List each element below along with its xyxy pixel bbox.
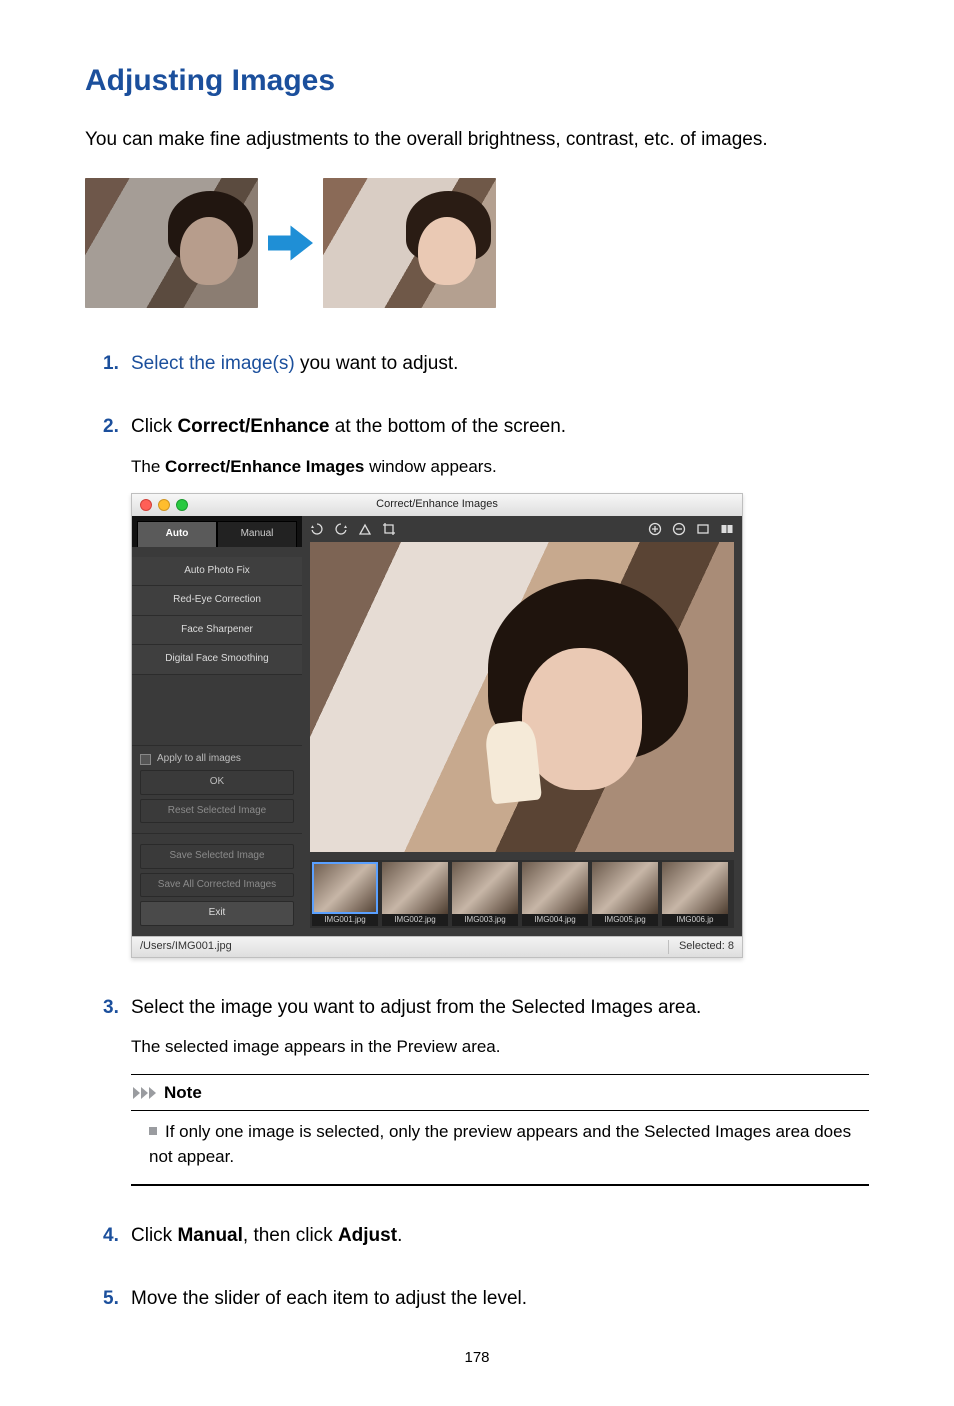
sidebar-item-digital-face-smoothing[interactable]: Digital Face Smoothing <box>132 645 302 675</box>
page-title: Adjusting Images <box>85 64 869 98</box>
after-image <box>323 178 496 308</box>
exit-button[interactable]: Exit <box>140 901 294 926</box>
thumb-label: IMG003.jpg <box>452 914 518 926</box>
toolbar <box>302 516 742 542</box>
select-images-link[interactable]: Select the image(s) <box>131 353 295 374</box>
note-chevrons-icon <box>133 1087 156 1099</box>
thumbnail[interactable]: IMG006.jp <box>662 862 728 926</box>
step-3: Select the image you want to adjust from… <box>103 994 869 1186</box>
compare-icon[interactable] <box>358 522 372 536</box>
s4-d: Adjust <box>338 1225 397 1246</box>
zoom-out-icon[interactable] <box>672 522 686 536</box>
thumbnail[interactable]: IMG001.jpg <box>312 862 378 926</box>
save-all-button[interactable]: Save All Corrected Images <box>140 873 294 898</box>
rotate-right-icon[interactable] <box>334 522 348 536</box>
apply-all-label: Apply to all images <box>157 752 241 767</box>
before-image <box>85 178 258 308</box>
note-body: If only one image is selected, only the … <box>149 1122 851 1167</box>
thumbnail[interactable]: IMG005.jpg <box>592 862 658 926</box>
s4-a: Click <box>131 1225 177 1246</box>
thumbnail[interactable]: IMG002.jpg <box>382 862 448 926</box>
thumb-label: IMG001.jpg <box>312 914 378 926</box>
note-label: Note <box>164 1081 202 1106</box>
s4-e: . <box>397 1225 402 1246</box>
window-title: Correct/Enhance Images <box>132 497 742 513</box>
sidebar-item-red-eye[interactable]: Red-Eye Correction <box>132 586 302 616</box>
preview-area <box>310 542 734 852</box>
step-1-tail: you want to adjust. <box>295 353 459 374</box>
s3-sub: The selected image appears in the Previe… <box>131 1035 869 1060</box>
s3-text: Select the image you want to adjust from… <box>131 997 701 1018</box>
save-selected-button[interactable]: Save Selected Image <box>140 844 294 869</box>
intro-text: You can make fine adjustments to the ove… <box>85 126 869 154</box>
s2-c: at the bottom of the screen. <box>330 416 567 437</box>
crop-icon[interactable] <box>382 522 396 536</box>
tab-manual[interactable]: Manual <box>217 521 297 547</box>
page-number: 178 <box>85 1349 869 1366</box>
sidebar-item-auto-photo-fix[interactable]: Auto Photo Fix <box>132 557 302 587</box>
step-2: Click Correct/Enhance at the bottom of t… <box>103 413 869 958</box>
sidebar: Auto Manual Auto Photo Fix Red-Eye Corre… <box>132 516 302 936</box>
s5-text: Move the slider of each item to adjust t… <box>131 1288 527 1309</box>
s4-b: Manual <box>177 1225 242 1246</box>
s2-sub-b: Correct/Enhance Images <box>165 457 364 476</box>
status-bar: /Users/IMG001.jpg Selected: 8 <box>132 936 742 957</box>
arrow-right-icon <box>268 225 313 261</box>
thumb-label: IMG004.jpg <box>522 914 588 926</box>
thumbnail[interactable]: IMG003.jpg <box>452 862 518 926</box>
bullet-icon <box>149 1127 157 1135</box>
zoom-in-icon[interactable] <box>648 522 662 536</box>
ok-button[interactable]: OK <box>140 770 294 795</box>
step-1: Select the image(s) you want to adjust. <box>103 350 869 378</box>
split-view-icon[interactable] <box>720 522 734 536</box>
s2-sub-a: The <box>131 457 165 476</box>
status-selected: Selected: 8 <box>679 939 734 955</box>
fullscreen-icon[interactable] <box>696 522 710 536</box>
selected-images-strip: IMG001.jpg IMG002.jpg IMG003.jpg IMG004.… <box>310 860 734 928</box>
tab-auto[interactable]: Auto <box>137 521 217 547</box>
correction-list: Auto Photo Fix Red-Eye Correction Face S… <box>132 547 302 685</box>
app-window: Correct/Enhance Images Auto Manual Auto … <box>131 493 743 958</box>
reset-button[interactable]: Reset Selected Image <box>140 799 294 824</box>
sidebar-item-face-sharpener[interactable]: Face Sharpener <box>132 616 302 646</box>
s2-a: Click <box>131 416 177 437</box>
step-4: Click Manual, then click Adjust. <box>103 1222 869 1250</box>
status-path: /Users/IMG001.jpg <box>140 939 232 955</box>
rotate-left-icon[interactable] <box>310 522 324 536</box>
note-box: Note If only one image is selected, only… <box>131 1074 869 1186</box>
s2-sub-c: window appears. <box>364 457 496 476</box>
s4-c: , then click <box>243 1225 338 1246</box>
thumb-label: IMG005.jpg <box>592 914 658 926</box>
thumb-label: IMG002.jpg <box>382 914 448 926</box>
titlebar: Correct/Enhance Images <box>132 494 742 516</box>
thumbnail[interactable]: IMG004.jpg <box>522 862 588 926</box>
s2-b: Correct/Enhance <box>177 416 329 437</box>
apply-all-checkbox[interactable]: Apply to all images <box>140 752 294 767</box>
step-5: Move the slider of each item to adjust t… <box>103 1285 869 1313</box>
thumb-label: IMG006.jp <box>662 914 728 926</box>
before-after-figure <box>85 178 869 308</box>
